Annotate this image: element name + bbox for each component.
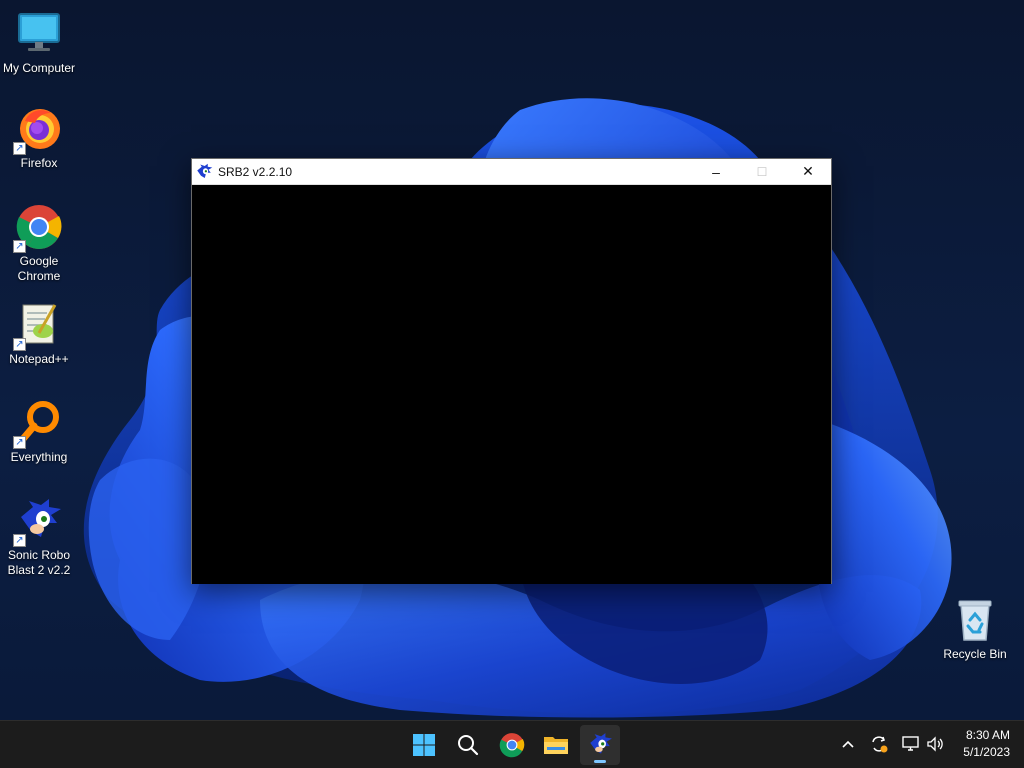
running-indicator [594, 760, 606, 763]
clock-time: 8:30 AM [965, 728, 1010, 742]
window-titlebar[interactable]: SRB2 v2.2.10 – ☐ ✕ [192, 159, 831, 185]
tray-update-button[interactable] [868, 733, 890, 755]
shortcut-arrow-icon: ↗ [13, 240, 26, 253]
shortcut-arrow-icon: ↗ [13, 436, 26, 449]
windows-logo-icon [413, 734, 435, 756]
desktop-icon-firefox[interactable]: ↗ Firefox [0, 105, 78, 171]
desktop-icon-everything[interactable]: ↗ Everything [0, 399, 78, 465]
desktop-icon-label: Recycle Bin [943, 647, 1007, 661]
tray-volume-button[interactable] [925, 733, 947, 755]
maximize-button[interactable]: ☐ [739, 159, 785, 184]
desktop-icon-srb2[interactable]: ↗ Sonic Robo Blast 2 v2.2 [0, 497, 78, 578]
tray-overflow-button[interactable] [837, 733, 859, 755]
recycle-bin-icon [958, 600, 992, 641]
shortcut-arrow-icon: ↗ [13, 142, 26, 155]
window-title: SRB2 v2.2.10 [218, 164, 293, 179]
desktop-icon-notepadpp[interactable]: ↗ Notepad++ [0, 301, 78, 367]
chrome-icon [499, 733, 525, 758]
search-icon [458, 735, 479, 756]
desktop-icon-label: Everything [10, 450, 68, 464]
taskbar: 8:30 AM 5/1/2023 [0, 720, 1024, 768]
network-icon [902, 736, 919, 751]
close-icon: ✕ [802, 163, 814, 179]
minimize-icon: – [712, 163, 720, 180]
folder-icon [544, 737, 568, 754]
start-button[interactable] [404, 725, 444, 765]
desktop-icon-label: My Computer [2, 61, 76, 75]
desktop-icon-recycle-bin[interactable]: Recycle Bin [936, 596, 1014, 662]
clock-date: 5/1/2023 [963, 745, 1010, 759]
desktop-icon-label: Firefox [20, 156, 58, 170]
srb2-window[interactable]: SRB2 v2.2.10 – ☐ ✕ [191, 158, 832, 584]
maximize-icon: ☐ [756, 164, 768, 179]
game-viewport[interactable] [192, 185, 831, 584]
shortcut-arrow-icon: ↗ [13, 534, 26, 547]
close-button[interactable]: ✕ [785, 159, 831, 184]
desktop-icon-my-computer[interactable]: My Computer [0, 10, 78, 76]
desktop-icon-label: Google Chrome [17, 254, 61, 283]
taskbar-file-explorer[interactable] [536, 725, 576, 765]
desktop-icon-label: Sonic Robo Blast 2 v2.2 [7, 548, 71, 577]
chevron-up-icon [842, 740, 854, 748]
desktop-icon-google-chrome[interactable]: ↗ Google Chrome [0, 203, 78, 284]
shortcut-arrow-icon: ↗ [13, 338, 26, 351]
monitor-icon [18, 13, 60, 51]
sonic-icon [197, 163, 213, 178]
tray-network-button[interactable] [900, 733, 922, 755]
minimize-button[interactable]: – [693, 159, 739, 184]
sonic-icon [590, 733, 612, 754]
taskbar-clock[interactable]: 8:30 AM 5/1/2023 [963, 727, 1010, 761]
search-button[interactable] [448, 725, 488, 765]
taskbar-srb2[interactable] [580, 725, 620, 765]
desktop-icon-label: Notepad++ [9, 352, 69, 366]
update-icon [872, 736, 888, 753]
taskbar-chrome[interactable] [492, 725, 532, 765]
volume-icon [927, 736, 943, 752]
